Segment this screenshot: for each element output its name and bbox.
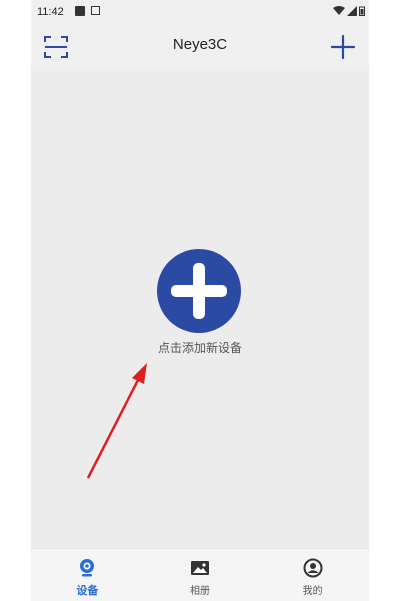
system-icons [333, 6, 365, 16]
battery-icon [359, 6, 365, 16]
page-title: Neye3C [172, 36, 228, 53]
tab-label: 设备 [76, 584, 99, 597]
wifi-icon [333, 6, 345, 15]
add-device-button[interactable] [157, 249, 241, 333]
main-content: 点击添加新设备 [31, 68, 369, 548]
tab-profile[interactable]: 我的 [256, 549, 369, 601]
header-bar: Neye3C [31, 24, 369, 68]
add-icon[interactable] [329, 33, 357, 61]
camera-icon [80, 559, 95, 577]
profile-icon [303, 558, 323, 578]
gallery-notification-icon [75, 6, 85, 16]
image-icon [191, 561, 209, 575]
bottom-tab-bar: 设备 相册 我的 [31, 548, 369, 601]
app-screen: 11:42 Neye3C 点击添加新设备 设备 相册 我的 [31, 0, 369, 601]
annotation-arrow [86, 363, 147, 479]
tab-devices[interactable]: 设备 [31, 549, 144, 601]
signal-icon [347, 6, 357, 16]
status-time: 11:42 [37, 6, 64, 18]
tab-album[interactable]: 相册 [144, 549, 257, 601]
tab-label: 我的 [302, 586, 323, 597]
a-notification-icon [91, 6, 100, 15]
notification-icons [75, 6, 100, 16]
status-bar: 11:42 [31, 0, 369, 24]
tab-label: 相册 [190, 586, 210, 597]
